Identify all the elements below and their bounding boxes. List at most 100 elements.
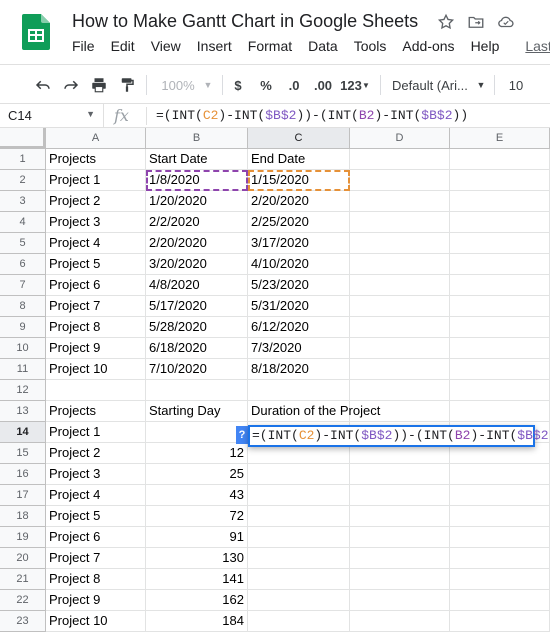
cell-c11[interactable]: 8/18/2020 [248, 359, 350, 380]
row-header[interactable]: 1 [0, 149, 46, 170]
row-header[interactable]: 22 [0, 590, 46, 611]
font-chevron-down-icon[interactable]: ▼ [476, 73, 486, 97]
star-icon[interactable] [436, 12, 456, 32]
row-header[interactable]: 23 [0, 611, 46, 632]
cell-d11[interactable] [350, 359, 450, 380]
cell-c1[interactable]: End Date [248, 149, 350, 170]
cell-c12[interactable] [248, 380, 350, 401]
cell-e4[interactable] [450, 212, 550, 233]
cell-a23[interactable]: Project 10 [46, 611, 146, 632]
cell-b6[interactable]: 3/20/2020 [146, 254, 248, 275]
cell-b2[interactable]: 1/8/2020 [146, 170, 248, 191]
row-header[interactable]: 16 [0, 464, 46, 485]
cell-d22[interactable] [350, 590, 450, 611]
cell-d7[interactable] [350, 275, 450, 296]
more-formats-button[interactable]: 123 [340, 73, 362, 97]
cell-a17[interactable]: Project 4 [46, 485, 146, 506]
cell-d9[interactable] [350, 317, 450, 338]
menu-view[interactable]: View [143, 38, 189, 58]
row-header[interactable]: 20 [0, 548, 46, 569]
cell-c8[interactable]: 5/31/2020 [248, 296, 350, 317]
font-size-select[interactable]: 10 [504, 73, 528, 97]
name-box[interactable]: C14 ▼ [0, 104, 104, 128]
row-header[interactable]: 6 [0, 254, 46, 275]
cell-b15[interactable]: 12 [146, 443, 248, 464]
formula-help-icon[interactable]: ? [236, 426, 248, 444]
undo-icon[interactable] [32, 73, 54, 97]
row-header[interactable]: 14 [0, 422, 46, 443]
cell-b19[interactable]: 91 [146, 527, 248, 548]
cell-d13[interactable] [350, 401, 450, 422]
cell-e9[interactable] [450, 317, 550, 338]
cell-d1[interactable] [350, 149, 450, 170]
cell-b18[interactable]: 72 [146, 506, 248, 527]
cell-c23[interactable] [248, 611, 350, 632]
select-all-corner[interactable] [0, 128, 46, 149]
row-header[interactable]: 19 [0, 527, 46, 548]
row-header[interactable]: 8 [0, 296, 46, 317]
row-header[interactable]: 18 [0, 506, 46, 527]
formula-input[interactable]: =(INT(C2)-INT($B$2))-(INT(B2)-INT($B$2)) [156, 108, 468, 123]
zoom-select[interactable]: 100% [156, 73, 200, 97]
row-header[interactable]: 11 [0, 359, 46, 380]
cell-e13[interactable] [450, 401, 550, 422]
cell-d10[interactable] [350, 338, 450, 359]
percent-format-button[interactable]: % [256, 73, 276, 97]
cell-e23[interactable] [450, 611, 550, 632]
cell-c16[interactable] [248, 464, 350, 485]
cell-c20[interactable] [248, 548, 350, 569]
cell-e3[interactable] [450, 191, 550, 212]
menu-file[interactable]: File [64, 38, 103, 58]
column-header-e[interactable]: E [450, 128, 550, 149]
cell-e12[interactable] [450, 380, 550, 401]
cell-e6[interactable] [450, 254, 550, 275]
menu-tools[interactable]: Tools [346, 38, 395, 58]
cell-e7[interactable] [450, 275, 550, 296]
menu-format[interactable]: Format [240, 38, 300, 58]
cell-d4[interactable] [350, 212, 450, 233]
column-header-c[interactable]: C [248, 128, 350, 149]
move-folder-icon[interactable] [466, 12, 486, 32]
cell-b20[interactable]: 130 [146, 548, 248, 569]
cell-e5[interactable] [450, 233, 550, 254]
row-header[interactable]: 13 [0, 401, 46, 422]
menu-data[interactable]: Data [300, 38, 346, 58]
cell-c4[interactable]: 2/25/2020 [248, 212, 350, 233]
cell-d2[interactable] [350, 170, 450, 191]
menu-insert[interactable]: Insert [189, 38, 240, 58]
cell-b16[interactable]: 25 [146, 464, 248, 485]
cell-e16[interactable] [450, 464, 550, 485]
name-box-chevron-icon[interactable]: ▼ [86, 109, 95, 119]
cell-d16[interactable] [350, 464, 450, 485]
increase-decimal-button[interactable]: .00 [310, 73, 336, 97]
menu-edit[interactable]: Edit [103, 38, 143, 58]
cell-a22[interactable]: Project 9 [46, 590, 146, 611]
cell-a11[interactable]: Project 10 [46, 359, 146, 380]
cell-b9[interactable]: 5/28/2020 [146, 317, 248, 338]
cell-editor[interactable]: =(INT(C2)-INT($B$2))-(INT(B2)-INT($B$2)) [248, 425, 550, 447]
cell-b7[interactable]: 4/8/2020 [146, 275, 248, 296]
cell-b1[interactable]: Start Date [146, 149, 248, 170]
cell-a5[interactable]: Project 4 [46, 233, 146, 254]
row-header[interactable]: 12 [0, 380, 46, 401]
cell-a1[interactable]: Projects [46, 149, 146, 170]
row-header[interactable]: 17 [0, 485, 46, 506]
cell-b10[interactable]: 6/18/2020 [146, 338, 248, 359]
cell-d23[interactable] [350, 611, 450, 632]
cell-a10[interactable]: Project 9 [46, 338, 146, 359]
cell-b8[interactable]: 5/17/2020 [146, 296, 248, 317]
cell-b23[interactable]: 184 [146, 611, 248, 632]
cell-c2[interactable]: 1/15/2020 [248, 170, 350, 191]
cell-a7[interactable]: Project 6 [46, 275, 146, 296]
cell-e22[interactable] [450, 590, 550, 611]
cell-c6[interactable]: 4/10/2020 [248, 254, 350, 275]
cell-d20[interactable] [350, 548, 450, 569]
sheets-logo-icon[interactable] [22, 14, 50, 50]
more-formats-chevron-icon[interactable]: ▼ [361, 73, 371, 97]
cell-c18[interactable] [248, 506, 350, 527]
paint-format-icon[interactable] [116, 73, 138, 97]
cell-d6[interactable] [350, 254, 450, 275]
cell-e10[interactable] [450, 338, 550, 359]
cell-b3[interactable]: 1/20/2020 [146, 191, 248, 212]
cell-d3[interactable] [350, 191, 450, 212]
